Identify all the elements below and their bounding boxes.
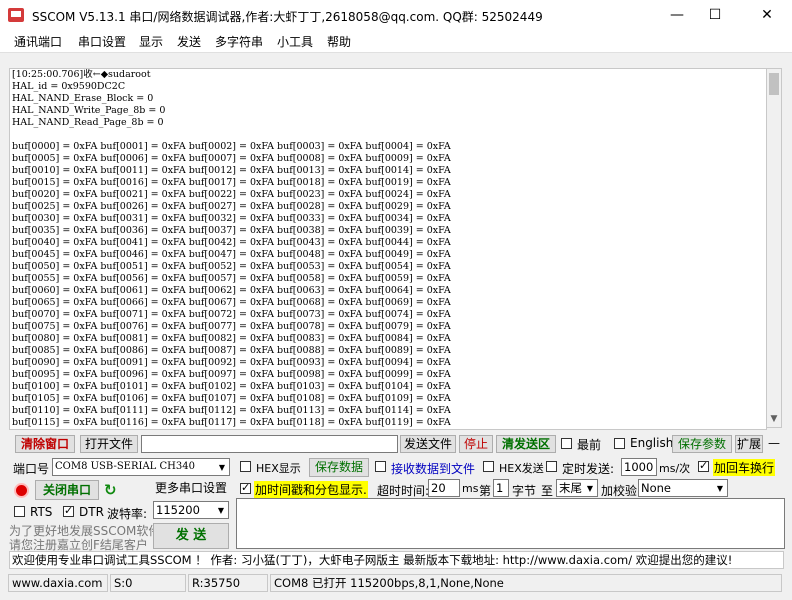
- english-checkbox[interactable]: [614, 438, 625, 449]
- more-port-settings-button[interactable]: 更多串口设置: [152, 480, 230, 498]
- clear-send-area-button[interactable]: 清发送区: [496, 435, 556, 453]
- status-bar: www.daxia.com S:0 R:35750 COM8 已打开 11520…: [0, 573, 792, 593]
- send-file-button[interactable]: 发送文件: [400, 435, 456, 453]
- baud-label: 波特率:: [107, 507, 148, 521]
- timestamp-label: 加时间戳和分包显示.: [254, 481, 368, 498]
- port-select[interactable]: COM8 USB-SERIAL CH340 ▼: [52, 458, 230, 476]
- send-button[interactable]: 发 送: [153, 523, 229, 549]
- save-data-button[interactable]: 保存数据: [309, 458, 369, 477]
- menu-help[interactable]: 帮助: [327, 33, 351, 50]
- menu-send[interactable]: 发送: [177, 33, 201, 50]
- open-file-button[interactable]: 打开文件: [80, 435, 138, 453]
- chevron-down-icon: ▼: [217, 506, 225, 515]
- chevron-down-icon: ▼: [218, 463, 226, 472]
- baud-value: 115200: [156, 503, 200, 517]
- end-position-value: 末尾: [559, 481, 582, 495]
- byte-index-label: 第: [479, 484, 492, 498]
- port-status-indicator-icon: [14, 483, 29, 498]
- hex-display-label: HEX显示: [256, 462, 301, 475]
- timeout-label: 超时时间:: [377, 484, 430, 498]
- close-button[interactable]: ✕: [744, 0, 790, 30]
- byte-index-input[interactable]: 1: [493, 479, 509, 497]
- clear-window-button[interactable]: 清除窗口: [15, 435, 75, 453]
- menu-port-settings[interactable]: 串口设置: [78, 33, 126, 50]
- hex-send-label: HEX发送: [499, 462, 544, 475]
- rts-label: RTS: [30, 505, 53, 519]
- menu-display[interactable]: 显示: [139, 33, 163, 50]
- expand-button[interactable]: 扩展: [735, 435, 763, 453]
- menu-bar: 通讯端口 串口设置 显示 发送 多字符串 小工具 帮助: [0, 30, 792, 53]
- maximize-button[interactable]: ☐: [692, 0, 738, 30]
- close-port-button[interactable]: 关闭串口: [35, 480, 99, 500]
- receive-output-text: [10:25:00.706]收←◆sudaroot HAL_id = 0x959…: [12, 69, 451, 428]
- timed-send-checkbox[interactable]: [546, 461, 557, 472]
- file-path-field[interactable]: [141, 435, 398, 453]
- window-title: SSCOM V5.13.1 串口/网络数据调试器,作者:大虾丁丁,2618058…: [32, 10, 543, 24]
- timeout-unit-label: ms: [462, 482, 479, 495]
- timestamp-checkbox[interactable]: [240, 481, 251, 494]
- last-label: 最前: [577, 438, 602, 452]
- checksum-label: 加校验: [601, 484, 638, 498]
- checksum-value: None: [641, 481, 672, 495]
- port-label: 端口号: [13, 462, 50, 476]
- dtr-checkbox[interactable]: [63, 504, 74, 517]
- port-select-value: COM8 USB-SERIAL CH340: [55, 461, 195, 472]
- dtr-label: DTR: [79, 505, 104, 519]
- status-sent: S:0: [110, 574, 186, 592]
- checksum-select[interactable]: None ▼: [638, 479, 728, 497]
- rts-checkbox[interactable]: [14, 506, 25, 517]
- end-position-select[interactable]: 末尾 ▼: [556, 479, 598, 497]
- collapse-button[interactable]: —: [765, 435, 783, 453]
- menu-multi-string[interactable]: 多字符串: [215, 33, 263, 50]
- receive-to-file-checkbox[interactable]: [375, 461, 386, 472]
- ticker-line: 欢迎使用专业串口调试工具SSCOM ！ 作者: 习小猛(丁丁)，大虾电子网版主 …: [9, 551, 784, 569]
- output-scrollbar[interactable]: ▲ ▼: [766, 68, 782, 428]
- receive-output[interactable]: [10:25:00.706]收←◆sudaroot HAL_id = 0x959…: [9, 68, 767, 430]
- hex-send-checkbox[interactable]: [483, 461, 494, 472]
- menu-tools[interactable]: 小工具: [277, 33, 313, 50]
- byte-label: 字节: [512, 484, 537, 498]
- last-checkbox[interactable]: [561, 438, 572, 449]
- timeout-input[interactable]: 20: [428, 479, 460, 497]
- status-site[interactable]: www.daxia.com: [8, 574, 108, 592]
- scroll-down-icon[interactable]: ▼: [767, 411, 781, 427]
- scroll-thumb[interactable]: [769, 73, 779, 95]
- hex-display-checkbox[interactable]: [240, 461, 251, 472]
- english-label: English: [630, 436, 674, 450]
- menu-comm-port[interactable]: 通讯端口: [14, 33, 62, 50]
- interval-input[interactable]: 1000: [621, 458, 657, 476]
- baud-select[interactable]: 115200 ▼: [153, 501, 229, 519]
- refresh-icon[interactable]: ↻: [104, 481, 117, 499]
- status-port: COM8 已打开 115200bps,8,1,None,None: [270, 574, 782, 592]
- to-label: 至: [541, 484, 554, 498]
- status-received: R:35750: [188, 574, 268, 592]
- timed-send-label: 定时发送:: [562, 462, 615, 476]
- interval-unit-label: ms/次: [659, 462, 691, 475]
- stop-button[interactable]: 停止: [459, 435, 493, 453]
- send-input[interactable]: [236, 498, 785, 549]
- app-icon: [8, 8, 24, 22]
- append-crlf-checkbox[interactable]: [698, 459, 709, 472]
- append-crlf-label: 加回车换行: [713, 459, 776, 476]
- chevron-down-icon: ▼: [716, 484, 724, 493]
- title-bar: SSCOM V5.13.1 串口/网络数据调试器,作者:大虾丁丁,2618058…: [0, 0, 792, 30]
- chevron-down-icon: ▼: [586, 484, 594, 493]
- receive-to-file-label: 接收数据到文件: [391, 462, 476, 476]
- save-params-button[interactable]: 保存参数: [672, 435, 732, 453]
